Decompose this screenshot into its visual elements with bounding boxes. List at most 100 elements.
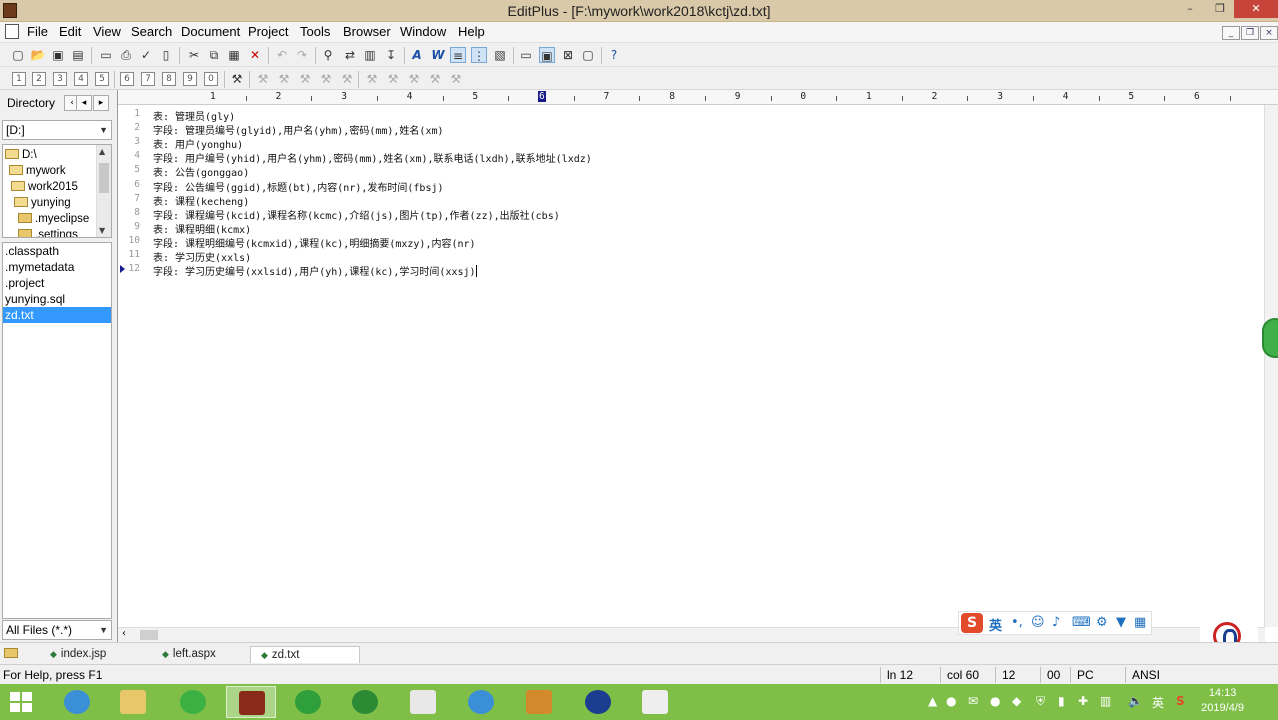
menu-document[interactable]: Document <box>181 24 240 39</box>
find-icon[interactable]: ⚲ <box>320 47 336 63</box>
list-item[interactable]: .project <box>3 275 111 291</box>
user-tool-5[interactable]: 5 <box>95 72 109 86</box>
browser-green-taskbar-icon[interactable] <box>168 686 218 718</box>
menu-edit[interactable]: Edit <box>59 24 81 39</box>
tray-sogou-icon[interactable]: S <box>1176 694 1185 708</box>
mdi-minimize-button[interactable]: _ <box>1222 26 1240 40</box>
toolbox-icon[interactable]: ⚙ <box>1096 615 1108 630</box>
undo-icon[interactable]: ↶ <box>274 47 290 63</box>
tray-app4-icon[interactable]: ✚ <box>1078 694 1088 708</box>
directory-tree[interactable]: D:\ mywork work2015 yunying .myeclipse .… <box>2 144 112 238</box>
redo-icon[interactable]: ↷ <box>294 47 310 63</box>
print-preview-icon[interactable]: ▭ <box>98 47 114 63</box>
cut-icon[interactable]: ✂ <box>186 47 202 63</box>
grid-menu-icon[interactable]: ▦ <box>1134 615 1146 630</box>
tool-8-icon[interactable]: ⚒ <box>406 71 422 87</box>
code-line[interactable]: 表: 管理员(gly) <box>153 108 235 123</box>
word-wrap-icon[interactable]: W <box>430 47 446 63</box>
tool-0-icon[interactable]: ⚒ <box>448 71 464 87</box>
green-app-taskbar-icon[interactable] <box>283 686 333 718</box>
java-taskbar-icon[interactable] <box>398 686 448 718</box>
tool-9-icon[interactable]: ⚒ <box>427 71 443 87</box>
editor-pane[interactable]: 1234567890123456 1 2 3 4 5 6 7 8 9 10 11 12 表: 管理员(… <box>117 90 1278 642</box>
tray-network-icon[interactable]: ▥ <box>1100 694 1111 708</box>
maximize-button[interactable]: ❐ <box>1206 0 1234 18</box>
copy-icon[interactable]: ⧉ <box>206 47 222 63</box>
tool-hammer-icon[interactable]: ⚒ <box>229 71 245 87</box>
goto-icon[interactable]: ↧ <box>383 47 399 63</box>
ie2-taskbar-icon[interactable] <box>456 686 506 718</box>
tab-scroll-right-icon[interactable]: ▸ <box>93 95 109 111</box>
windows-start-icon[interactable] <box>10 692 32 712</box>
directory-window-icon[interactable]: ▣ <box>539 47 555 63</box>
tool-6-icon[interactable]: ⚒ <box>364 71 380 87</box>
tool-1-icon[interactable]: ⚒ <box>255 71 271 87</box>
user-tool-6[interactable]: 6 <box>120 72 134 86</box>
directory-tab[interactable]: Directory <box>2 93 64 113</box>
print-icon[interactable]: ⎙ <box>118 47 134 63</box>
menu-help[interactable]: Help <box>458 24 485 39</box>
taskbar-clock[interactable]: 14:13 2019/4/9 <box>1201 686 1244 716</box>
tree-scrollbar[interactable]: ▲ ▼ <box>96 145 111 237</box>
user-tool-9[interactable]: 9 <box>183 72 197 86</box>
folder-icon[interactable] <box>4 648 18 658</box>
tab-left-aspx[interactable]: ◆ left.aspx <box>152 646 226 663</box>
tab-zd-txt[interactable]: ◆ zd.txt <box>250 646 360 663</box>
scroll-thumb[interactable] <box>99 163 109 193</box>
skin-shirt-icon[interactable]: ▼ <box>1116 615 1126 630</box>
tray-ime-language[interactable]: 英 <box>1152 694 1164 711</box>
scroll-thumb[interactable] <box>140 630 158 640</box>
tool-3-icon[interactable]: ⚒ <box>297 71 313 87</box>
tool-2-icon[interactable]: ⚒ <box>276 71 292 87</box>
tab-scroll-left-icon[interactable]: ◂ <box>76 95 92 111</box>
code-line[interactable]: 字段: 公告编号(ggid),标题(bt),内容(nr),发布时间(fbsj) <box>153 179 444 194</box>
line-number-icon[interactable]: ≡ <box>450 47 466 63</box>
menu-search[interactable]: Search <box>131 24 172 39</box>
floating-widget-icon[interactable] <box>1262 318 1278 358</box>
book-app-taskbar-icon[interactable] <box>514 686 564 718</box>
find-in-files-icon[interactable]: ▥ <box>362 47 378 63</box>
user-tool-0[interactable]: 0 <box>204 72 218 86</box>
mdi-restore-button[interactable]: ❐ <box>1241 26 1259 40</box>
tool-4-icon[interactable]: ⚒ <box>318 71 334 87</box>
menu-view[interactable]: View <box>93 24 121 39</box>
tool-5-icon[interactable]: ⚒ <box>339 71 355 87</box>
emoji-icon[interactable]: ☺ <box>1031 615 1045 630</box>
menu-file[interactable]: File <box>27 24 48 39</box>
tray-volume-icon[interactable]: 🔈 <box>1128 694 1143 708</box>
keyboard-icon[interactable]: ⌨ <box>1072 615 1091 630</box>
s-app-taskbar-icon[interactable] <box>573 686 623 718</box>
mdi-close-button[interactable]: × <box>1260 26 1278 40</box>
code-line[interactable]: 表: 课程(kecheng) <box>153 193 249 208</box>
editor-vertical-scrollbar[interactable] <box>1264 105 1278 627</box>
tray-power-icon[interactable]: ▮ <box>1058 694 1065 708</box>
file-list[interactable]: .classpath .mymetadata .project yunying.… <box>2 242 112 619</box>
recorder-taskbar-icon[interactable] <box>630 686 680 718</box>
code-line[interactable]: 表: 用户(yonghu) <box>153 136 243 151</box>
code-line[interactable]: 字段: 学习历史编号(xxlsid),用户(yh),课程(kc),学习时间(xx… <box>153 263 477 278</box>
tab-icon[interactable]: ▧ <box>492 47 508 63</box>
minimize-button[interactable]: – <box>1176 0 1204 18</box>
code-line[interactable]: 表: 公告(gonggao) <box>153 164 249 179</box>
tree-node[interactable]: work2015 <box>11 179 78 195</box>
spellcheck-icon[interactable]: ✓ <box>138 47 154 63</box>
paw-app-taskbar-icon[interactable] <box>340 686 390 718</box>
menu-tools[interactable]: Tools <box>300 24 330 39</box>
tray-app1-icon[interactable]: ● <box>946 694 956 708</box>
user-tool-4[interactable]: 4 <box>74 72 88 86</box>
tree-node[interactable]: mywork <box>9 163 66 179</box>
user-tool-7[interactable]: 7 <box>141 72 155 86</box>
fullscreen-icon[interactable]: ▢ <box>580 47 596 63</box>
ruler-icon[interactable]: ⋮ <box>471 47 487 63</box>
new-file-icon[interactable]: ▢ <box>10 47 26 63</box>
menu-browser[interactable]: Browser <box>343 24 391 39</box>
code-line[interactable]: 表: 学习历史(xxls) <box>153 249 251 264</box>
code-line[interactable]: 字段: 管理员编号(glyid),用户名(yhm),密码(mm),姓名(xm) <box>153 122 444 137</box>
microphone-icon[interactable]: ♪ <box>1052 615 1060 630</box>
help-context-icon[interactable]: ? <box>606 47 622 63</box>
menu-window[interactable]: Window <box>400 24 446 39</box>
tray-shield-icon[interactable]: ⛨ <box>1036 694 1045 709</box>
font-icon[interactable]: A <box>409 47 425 63</box>
code-line[interactable]: 字段: 用户编号(yhid),用户名(yhm),密码(mm),姓名(xm),联系… <box>153 150 592 165</box>
scroll-down-icon[interactable]: ▼ <box>99 226 105 235</box>
